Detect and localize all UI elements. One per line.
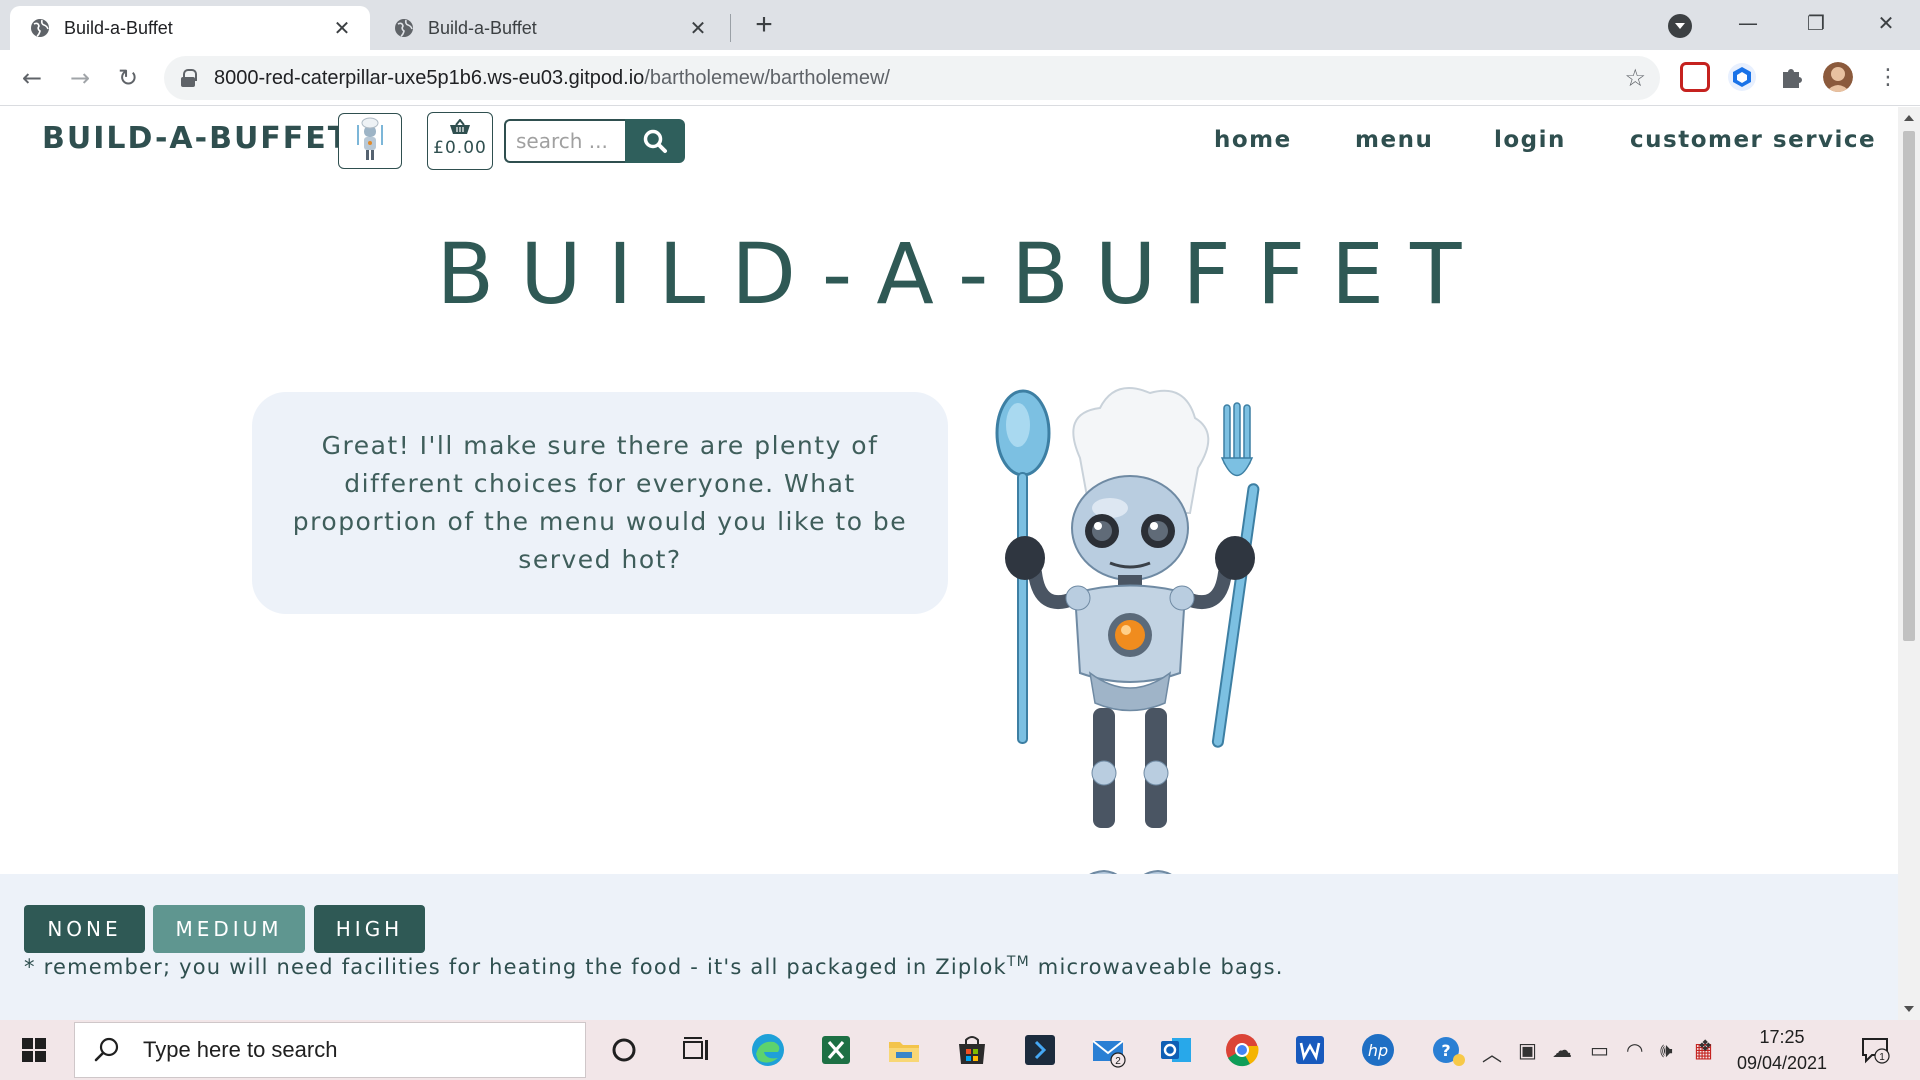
profile-avatar[interactable] [1823,62,1853,92]
window-close-button[interactable]: ✕ [1866,6,1906,40]
mail-icon[interactable]: 2 [1090,1032,1126,1068]
web-page: BUILD-A-BUFFET £0.00 home [0,107,1898,1020]
shield-extension-icon[interactable] [1727,62,1757,92]
bookmark-star-icon[interactable]: ☆ [1624,64,1646,93]
clock-date: 09/04/2021 [1736,1053,1828,1073]
search-icon [643,129,667,153]
robot-chef-illustration [995,387,1260,926]
browser-tab-strip: Build-a-Buffet ✕ Build-a-Buffet ✕ + — ❐ … [0,0,1920,50]
site-search [504,119,685,163]
answer-panel: NONE MEDIUM HIGH * remember; you will ne… [0,874,1898,1020]
tab-title: Build-a-Buffet [64,17,173,38]
pocket-extension-icon[interactable] [1680,62,1710,92]
notification-center-icon[interactable]: 1 [1860,1036,1890,1064]
note-suffix: microwaveable bags. [1029,955,1284,979]
taskbar-clock[interactable]: 17:25 09/04/2021 [1722,1024,1842,1076]
notification-badge: 1 [1879,1052,1885,1063]
search-button[interactable] [625,119,685,163]
taskbar-search-icon [94,1037,119,1062]
outlook-icon[interactable] [1158,1032,1194,1068]
basket-icon [450,119,470,134]
taskbar-search-placeholder: Type here to search [143,1037,338,1062]
windows-taskbar: Type here to search 2 hp ? ︿ ▣ ☁ ▭ ◠ 🕪 ▦… [0,1020,1920,1080]
svg-text:?: ? [1441,1041,1450,1060]
nav-customer-service[interactable]: customer service [1630,127,1876,153]
option-none-button[interactable]: NONE [24,905,145,953]
nav-login[interactable]: login [1494,127,1566,153]
cortana-icon[interactable] [606,1032,642,1068]
browser-tab-active[interactable]: Build-a-Buffet ✕ [10,6,370,50]
robot-logo-button[interactable] [338,113,402,169]
browser-toolbar: ← → ↻ 8000-red-caterpillar-uxe5p1b6.ws-e… [0,50,1920,106]
dropbox-icon[interactable]: ❖ [1698,1036,1712,1055]
scroll-up-icon[interactable] [1904,115,1914,121]
basket-button[interactable]: £0.00 [427,112,493,170]
speech-bubble: Great! I'll make sure there are plenty o… [252,392,948,614]
url-host: 8000-red-caterpillar-uxe5p1b6.ws-eu03.gi… [214,66,645,89]
meet-now-icon[interactable]: ▣ [1518,1038,1537,1062]
trademark-superscript: TM [1006,954,1030,970]
hp-icon[interactable]: hp [1360,1032,1396,1068]
heating-note: * remember; you will need facilities for… [24,954,1284,979]
extensions-puzzle-icon[interactable] [1775,62,1805,92]
new-tab-button[interactable]: + [748,10,780,42]
show-hidden-icons-icon[interactable]: ︿ [1482,1038,1502,1067]
tab-close-icon[interactable]: ✕ [330,16,354,41]
clock-time: 17:25 [1759,1027,1805,1047]
tab-search-icon[interactable] [1668,14,1692,38]
globe-icon [395,19,413,37]
onedrive-icon[interactable]: ☁ [1552,1038,1572,1062]
robot-logo-icon [357,117,383,160]
chrome-icon[interactable] [1224,1032,1260,1068]
address-bar[interactable]: 8000-red-caterpillar-uxe5p1b6.ws-eu03.gi… [164,56,1660,100]
nav-home[interactable]: home [1214,127,1292,153]
hero-title: BUILD-A-BUFFET [436,225,1488,323]
option-medium-button[interactable]: MEDIUM [153,905,305,953]
help-tray-icon[interactable]: ? [1430,1032,1466,1068]
back-icon[interactable]: ← [16,62,48,94]
site-brand[interactable]: BUILD-A-BUFFET [42,121,350,156]
restore-button[interactable]: ❐ [1796,6,1836,40]
scroll-down-icon[interactable] [1904,1006,1914,1012]
reload-icon[interactable]: ↻ [112,62,144,94]
store-icon[interactable] [954,1032,990,1068]
tab-close-icon[interactable]: ✕ [686,16,710,41]
page-scrollbar[interactable] [1898,107,1920,1020]
excel-icon[interactable] [818,1032,854,1068]
scrollbar-thumb[interactable] [1903,131,1915,641]
wifi-icon[interactable]: ◠ [1626,1038,1643,1062]
url-path: /bartholemew/bartholemew/ [644,66,890,89]
tab-title: Build-a-Buffet [428,17,537,38]
battery-icon[interactable]: ▭ [1590,1038,1609,1062]
basket-total: £0.00 [433,138,487,158]
edge-icon[interactable] [750,1032,786,1068]
bubble-text: Great! I'll make sure there are plenty o… [292,431,908,574]
windows-start-icon[interactable] [22,1038,46,1062]
browser-menu-icon[interactable]: ⋮ [1872,62,1904,94]
task-view-icon[interactable] [678,1032,714,1068]
mail-badge: 2 [1115,1056,1121,1067]
svg-text:hp: hp [1368,1041,1388,1060]
file-explorer-icon[interactable] [886,1032,922,1068]
visual-studio-icon[interactable] [1022,1032,1058,1068]
volume-icon[interactable]: 🕪 [1660,1038,1673,1062]
globe-icon [31,19,49,37]
note-prefix: * remember; you will need facilities for… [24,955,1007,979]
tab-separator [730,14,731,42]
taskbar-search-box[interactable]: Type here to search [74,1022,586,1078]
browser-tab[interactable]: Build-a-Buffet ✕ [374,6,726,50]
lock-icon [180,69,197,87]
option-high-button[interactable]: HIGH [314,905,425,953]
minimize-button[interactable]: — [1728,6,1768,40]
forward-icon[interactable]: → [64,62,96,94]
search-input[interactable] [504,119,625,163]
word-icon[interactable] [1292,1032,1328,1068]
nav-menu[interactable]: menu [1355,127,1433,153]
